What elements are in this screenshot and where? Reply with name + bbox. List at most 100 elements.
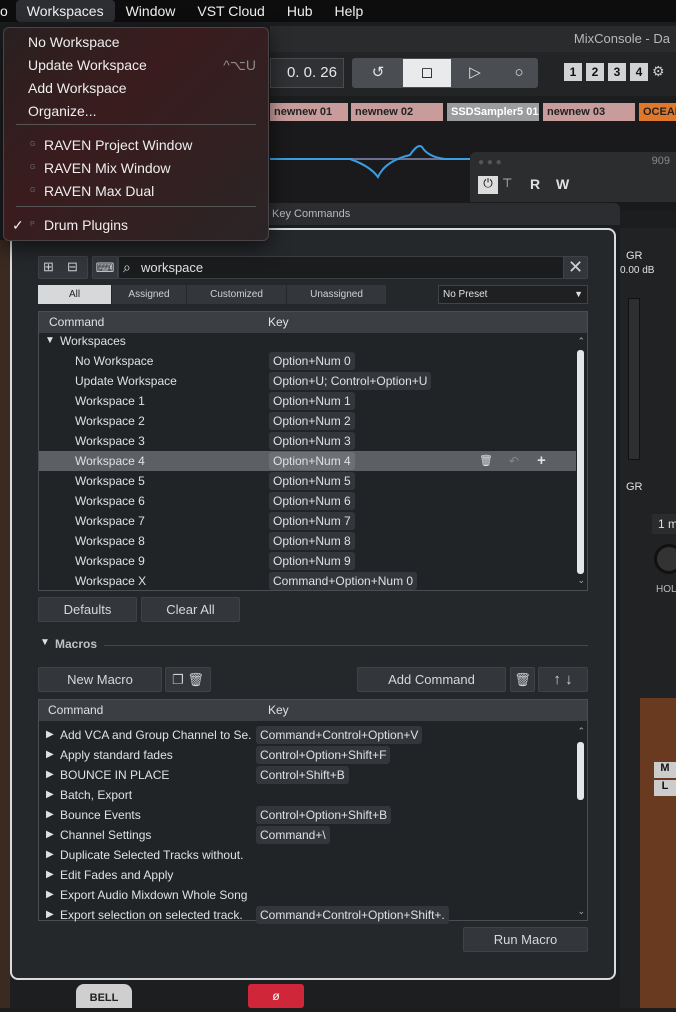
menu-item[interactable]: RAVEN Project Window: [44, 134, 192, 156]
channel-tab-4[interactable]: 4: [630, 63, 648, 81]
write-button[interactable]: W: [556, 176, 569, 192]
key-binding[interactable]: Option+Num 7: [269, 512, 355, 530]
key-binding[interactable]: Control+Option+Shift+F: [256, 746, 391, 764]
arrow-up-icon[interactable]: ↑: [553, 671, 561, 688]
table-row[interactable]: Workspace X Command+Option+Num 0: [39, 571, 576, 591]
channel-tab-2[interactable]: 2: [586, 63, 604, 81]
macro-row[interactable]: ▶ Bounce Events Control+Option+Shift+B: [39, 805, 576, 825]
table-row[interactable]: Workspace 1 Option+Num 1: [39, 391, 576, 411]
key-binding[interactable]: Option+Num 3: [269, 432, 355, 450]
table-row[interactable]: No Workspace Option+Num 0: [39, 351, 576, 371]
stop-icon[interactable]: ◻: [403, 59, 451, 87]
table-row[interactable]: Workspace 6 Option+Num 6: [39, 491, 576, 511]
cycle-icon[interactable]: ↺: [353, 59, 403, 87]
key-binding[interactable]: Option+Num 8: [269, 532, 355, 550]
key-binding[interactable]: Option+Num 4: [269, 452, 355, 470]
menu-window[interactable]: Window: [115, 0, 187, 22]
table-row[interactable]: Update Workspace Option+U; Control+Option…: [39, 371, 576, 391]
macro-row[interactable]: ▶ Duplicate Selected Tracks without.: [39, 845, 576, 865]
trash-icon[interactable]: 🗑: [479, 451, 493, 471]
macro-row[interactable]: ▶ Apply standard fades Control+Option+Shif…: [39, 745, 576, 765]
defaults-button[interactable]: Defaults: [38, 597, 137, 622]
tab-unassigned[interactable]: Unassigned: [287, 285, 387, 304]
window-controls[interactable]: ● ● ●: [478, 157, 502, 168]
macro-row[interactable]: ▶ Channel Settings Command+\: [39, 825, 576, 845]
duplicate-icon[interactable]: ❐: [172, 672, 184, 687]
expand-triangle-icon[interactable]: ▶: [46, 865, 54, 885]
expand-triangle-icon[interactable]: ▶: [46, 785, 54, 805]
macro-row[interactable]: ▶ Edit Fades and Apply: [39, 865, 576, 885]
track-name[interactable]: newnew 01: [270, 103, 348, 121]
scroll-up-icon[interactable]: ⌃: [577, 336, 585, 347]
key-binding[interactable]: Option+Num 2: [269, 412, 355, 430]
macros-collapse-icon[interactable]: ▼: [40, 637, 50, 648]
power-icon[interactable]: ⏻: [478, 176, 498, 194]
table-row[interactable]: Workspace 8 Option+Num 8: [39, 531, 576, 551]
menu-hub[interactable]: Hub: [276, 0, 324, 22]
key-binding[interactable]: Control+Option+Shift+B: [256, 806, 392, 824]
folder-row[interactable]: ▼ Workspaces: [39, 331, 576, 351]
gear-icon[interactable]: ⚙: [652, 63, 665, 81]
plus-icon[interactable]: +: [537, 451, 546, 471]
expand-all-icon[interactable]: ⊞: [43, 259, 54, 275]
key-binding[interactable]: Option+Num 5: [269, 472, 355, 490]
menu-item[interactable]: No Workspace: [28, 31, 120, 53]
search-input[interactable]: ⌕ workspace: [118, 256, 564, 279]
key-binding[interactable]: Option+Num 9: [269, 552, 355, 570]
bell-button[interactable]: BELL: [76, 984, 132, 1008]
macro-row[interactable]: ▶ BOUNCE IN PLACE Control+Shift+B: [39, 765, 576, 785]
menu-partial[interactable]: o: [0, 0, 16, 22]
table-row[interactable]: Workspace 4 Option+Num 4 🗑 ↶ +: [39, 451, 576, 471]
key-binding[interactable]: Command+Control+Option+V: [256, 726, 423, 744]
channel-tab-1[interactable]: 1: [564, 63, 582, 81]
key-binding[interactable]: Command+\: [256, 826, 330, 844]
mute-button[interactable]: M: [654, 762, 676, 778]
tab-assigned[interactable]: Assigned: [112, 285, 187, 304]
menu-item[interactable]: Drum Plugins: [44, 214, 128, 236]
key-binding[interactable]: Option+Num 0: [269, 352, 355, 370]
key-binding[interactable]: Option+Num 6: [269, 492, 355, 510]
menu-item[interactable]: Organize...: [28, 100, 96, 122]
run-macro-button[interactable]: Run Macro: [463, 927, 588, 952]
expand-triangle-icon[interactable]: ▶: [46, 725, 54, 745]
macro-row[interactable]: ▶ Add VCA and Group Channel to Se. Command…: [39, 725, 576, 745]
record-icon[interactable]: ○: [499, 59, 539, 87]
expand-triangle-icon[interactable]: ▼: [45, 331, 55, 351]
preset-select[interactable]: No Preset ▼: [438, 285, 588, 304]
expand-triangle-icon[interactable]: ▶: [46, 825, 54, 845]
scroll-down-icon[interactable]: ⌄: [577, 575, 585, 586]
arrow-down-icon[interactable]: ↓: [565, 671, 573, 688]
scrollbar[interactable]: [577, 350, 584, 574]
tab-customized[interactable]: Customized: [187, 285, 287, 304]
key-binding[interactable]: Control+Shift+B: [256, 766, 349, 784]
menu-item[interactable]: RAVEN Mix Window: [44, 157, 171, 179]
read-button[interactable]: R: [530, 176, 540, 192]
add-command-button[interactable]: Add Command: [357, 667, 506, 692]
new-macro-button[interactable]: New Macro: [38, 667, 162, 692]
bypass-icon[interactable]: ⊤: [502, 176, 512, 190]
tab-all[interactable]: All: [38, 285, 112, 304]
key-binding[interactable]: Option+U; Control+Option+U: [269, 372, 432, 390]
menu-item[interactable]: Add Workspace: [28, 77, 127, 99]
table-row[interactable]: Workspace 2 Option+Num 2: [39, 411, 576, 431]
key-binding[interactable]: Option+Num 1: [269, 392, 355, 410]
scrollbar[interactable]: [577, 742, 584, 800]
table-row[interactable]: Workspace 5 Option+Num 5: [39, 471, 576, 491]
key-binding[interactable]: Command+Option+Num 0: [269, 572, 418, 590]
macro-row[interactable]: ▶ Batch, Export: [39, 785, 576, 805]
expand-triangle-icon[interactable]: ▶: [46, 745, 54, 765]
delete-command-icon[interactable]: 🗑: [510, 667, 535, 692]
key-binding[interactable]: Command+Control+Option+Shift+.: [256, 906, 449, 924]
table-row[interactable]: Workspace 3 Option+Num 3: [39, 431, 576, 451]
channel-tab-3[interactable]: 3: [608, 63, 626, 81]
track-name[interactable]: newnew 03: [543, 103, 635, 121]
track-name[interactable]: OCEAN: [639, 103, 676, 121]
table-row[interactable]: Workspace 9 Option+Num 9: [39, 551, 576, 571]
macro-row[interactable]: ▶ Export Audio Mixdown Whole Song: [39, 885, 576, 905]
scroll-down-icon[interactable]: ⌄: [577, 906, 585, 917]
hold-value[interactable]: 1 m: [652, 514, 676, 534]
menu-workspaces[interactable]: Workspaces: [15, 0, 115, 22]
menu-help[interactable]: Help: [324, 0, 375, 22]
menu-item[interactable]: Update Workspace: [28, 54, 147, 76]
clear-all-button[interactable]: Clear All: [141, 597, 240, 622]
